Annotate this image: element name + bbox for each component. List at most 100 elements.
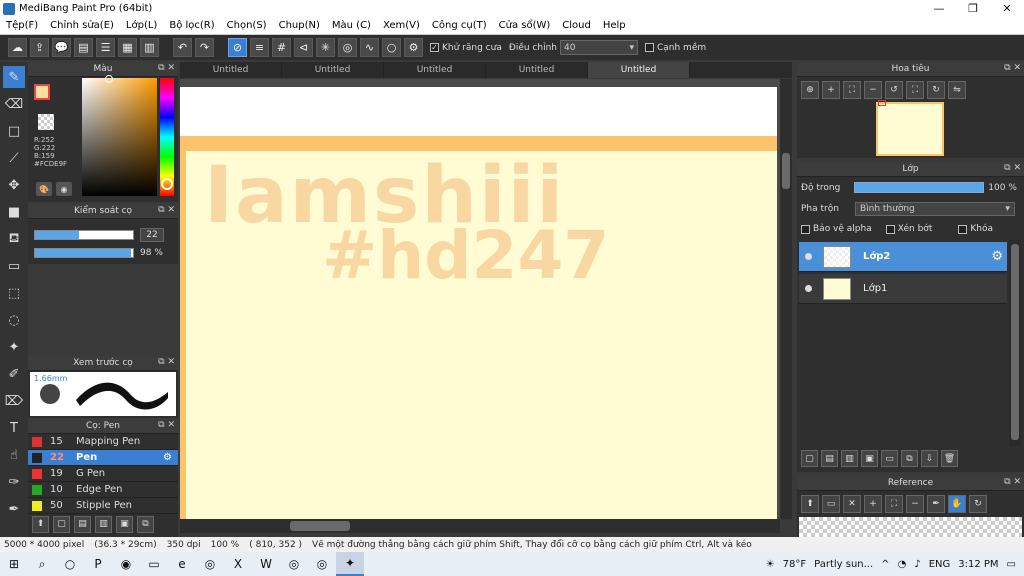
perspective-snap-icon[interactable]: ⊲ — [294, 38, 313, 57]
list-icon[interactable]: ☰ — [96, 38, 115, 57]
canvas-vertical-scrollbar[interactable] — [780, 79, 792, 519]
blend-mode-select[interactable]: Bình thường ▾ — [854, 202, 1015, 216]
parallel-snap-icon[interactable]: ≡ — [250, 38, 269, 57]
select-pen-tool-icon[interactable]: ✐ — [3, 363, 25, 385]
tray-chevron-icon[interactable]: ^ — [881, 559, 889, 570]
panel-controls-icon[interactable]: ⧉ ✕ — [1004, 163, 1021, 173]
layer-opacity-slider[interactable] — [854, 182, 985, 193]
adjust-select[interactable]: 40 ▾ — [559, 40, 638, 55]
close-button[interactable]: ✕ — [990, 0, 1024, 17]
menu-capture[interactable]: Chup(N) — [273, 20, 326, 31]
canvas-horizontal-scrollbar[interactable] — [180, 519, 780, 533]
menu-tools[interactable]: Công cụ(T) — [426, 20, 493, 31]
brush-item-mapping-pen[interactable]: 15 Mapping Pen — [28, 434, 178, 450]
zoom-fit-icon[interactable]: ⊕ — [801, 81, 819, 99]
hscroll-thumb[interactable] — [290, 521, 350, 531]
operation-tool-icon[interactable]: ☝ — [3, 444, 25, 466]
eyedropper-tool-icon[interactable]: ✒ — [3, 498, 25, 520]
soft-edge-toggle[interactable]: Cạnh mềm — [644, 43, 706, 53]
volume-icon[interactable]: ♪ — [914, 559, 920, 570]
magic-wand-tool-icon[interactable]: ✦ — [3, 336, 25, 358]
zoom-in-icon[interactable]: + — [822, 81, 840, 99]
menu-layer[interactable]: Lớp(L) — [120, 20, 163, 31]
rotate-right-icon[interactable]: ↻ — [927, 81, 945, 99]
desktop-icon[interactable]: ▭ — [140, 552, 168, 576]
chrome-icon[interactable]: ◎ — [280, 552, 308, 576]
cloud-upload-icon[interactable]: ⬆ — [801, 495, 819, 513]
open-reference-icon[interactable]: ▭ — [822, 495, 840, 513]
brush-settings-icon[interactable]: ▥ — [95, 515, 112, 533]
minimize-button[interactable]: — — [922, 0, 956, 17]
rotate-left-icon[interactable]: ↺ — [885, 81, 903, 99]
delete-layer-icon[interactable]: 🗑 — [941, 450, 958, 467]
navigator-viewport-box[interactable] — [878, 100, 886, 106]
word-icon[interactable]: W — [252, 552, 280, 576]
menu-window[interactable]: Cửa sổ(W) — [493, 20, 557, 31]
copy-brush-icon[interactable]: ⧉ — [137, 515, 154, 533]
select-rect-tool-icon[interactable]: ⬚ — [3, 282, 25, 304]
radial-snap-icon[interactable]: ✳ — [316, 38, 335, 57]
vscroll-thumb[interactable] — [782, 153, 790, 189]
panel-controls-icon[interactable]: ⧉ ✕ — [1004, 63, 1021, 73]
saturation-value-square[interactable] — [82, 78, 157, 196]
lasso-tool-icon[interactable]: ◌ — [3, 309, 25, 331]
app-icon[interactable]: ◉ — [112, 552, 140, 576]
navigator-thumbnail[interactable] — [876, 100, 944, 156]
foreground-color-swatch[interactable] — [34, 84, 50, 100]
maximize-button[interactable]: ❐ — [956, 0, 990, 17]
brush-size-value[interactable]: 22 — [140, 228, 164, 242]
brush-item-pen[interactable]: 22 Pen ⚙ — [28, 450, 178, 466]
doc-tab-4[interactable]: Untitled — [486, 62, 588, 78]
zoom-in-icon[interactable]: + — [864, 495, 882, 513]
soft-edge-checkbox[interactable] — [644, 43, 654, 52]
new-brush-icon[interactable]: ▢ — [53, 515, 70, 533]
doc-tab-1[interactable]: Untitled — [180, 62, 282, 78]
fit-window-icon[interactable]: ⛶ — [906, 81, 924, 99]
grid-snap-icon[interactable]: # — [272, 38, 291, 57]
visibility-icon[interactable] — [799, 253, 817, 260]
hand-icon[interactable]: ✋ — [948, 495, 966, 513]
merge-down-icon[interactable]: ⇩ — [921, 450, 938, 467]
zoom-out-icon[interactable]: − — [864, 81, 882, 99]
weather-icon[interactable]: ☀ — [766, 559, 775, 570]
menu-edit[interactable]: Chỉnh sửa(E) — [44, 20, 120, 31]
actual-size-icon[interactable]: ⛶ — [885, 495, 903, 513]
eraser-tool-icon[interactable]: ⌫ — [3, 93, 25, 115]
layer-row-1[interactable]: Lớp1 — [799, 274, 1007, 304]
gradient-tool-icon[interactable]: ▭ — [3, 255, 25, 277]
text-tool-icon[interactable]: T — [3, 417, 25, 439]
color-set-icon[interactable]: ◉ — [56, 182, 72, 196]
line-tool-icon[interactable]: ⟋ — [3, 147, 25, 169]
menu-help[interactable]: Help — [597, 20, 632, 31]
concentric-snap-icon[interactable]: ◎ — [338, 38, 357, 57]
brush-item-g-pen[interactable]: 19 G Pen — [28, 466, 178, 482]
doc-tab-5[interactable]: Untitled — [588, 62, 690, 78]
fill-rect-tool-icon[interactable]: ■ — [3, 201, 25, 223]
gear-icon[interactable]: ⚙ — [163, 452, 172, 463]
add-brush-icon[interactable]: ⬆ — [32, 515, 49, 533]
panel-controls-icon[interactable]: ⧉ ✕ — [158, 63, 175, 73]
doc-tab-3[interactable]: Untitled — [384, 62, 486, 78]
menu-color[interactable]: Màu (C) — [326, 20, 377, 31]
select-eraser-tool-icon[interactable]: ⌦ — [3, 390, 25, 412]
palette-icon[interactable]: 🎨 — [36, 182, 52, 196]
clipping-checkbox[interactable] — [885, 224, 895, 234]
new-8bit-layer-icon[interactable]: ▥ — [841, 450, 858, 467]
circle-snap-icon[interactable]: ○ — [382, 38, 401, 57]
brush-item-stipple-pen[interactable]: 50 Stipple Pen — [28, 498, 178, 514]
duplicate-layer-icon[interactable]: ⧉ — [901, 450, 918, 467]
menu-view[interactable]: Xem(V) — [377, 20, 426, 31]
eyedropper-icon[interactable]: ✒ — [927, 495, 945, 513]
undo-icon[interactable]: ↶ — [173, 38, 192, 57]
move-tool-icon[interactable]: ✥ — [3, 174, 25, 196]
brush-opacity-slider[interactable] — [34, 248, 134, 258]
layers-scroll-thumb[interactable] — [1011, 244, 1019, 440]
lock-checkbox[interactable] — [958, 224, 968, 234]
curve-snap-icon[interactable]: ∿ — [360, 38, 379, 57]
antialias-toggle[interactable]: ✓ Khử răng cưa — [430, 43, 502, 53]
brush-tool-icon[interactable]: ✎ — [3, 66, 25, 88]
settings-snap-icon[interactable]: ⚙ — [404, 38, 423, 57]
windows-start-icon[interactable]: ⊞ — [0, 552, 28, 576]
rectangle-tool-icon[interactable]: □ — [3, 120, 25, 142]
zoom-out-icon[interactable]: − — [906, 495, 924, 513]
